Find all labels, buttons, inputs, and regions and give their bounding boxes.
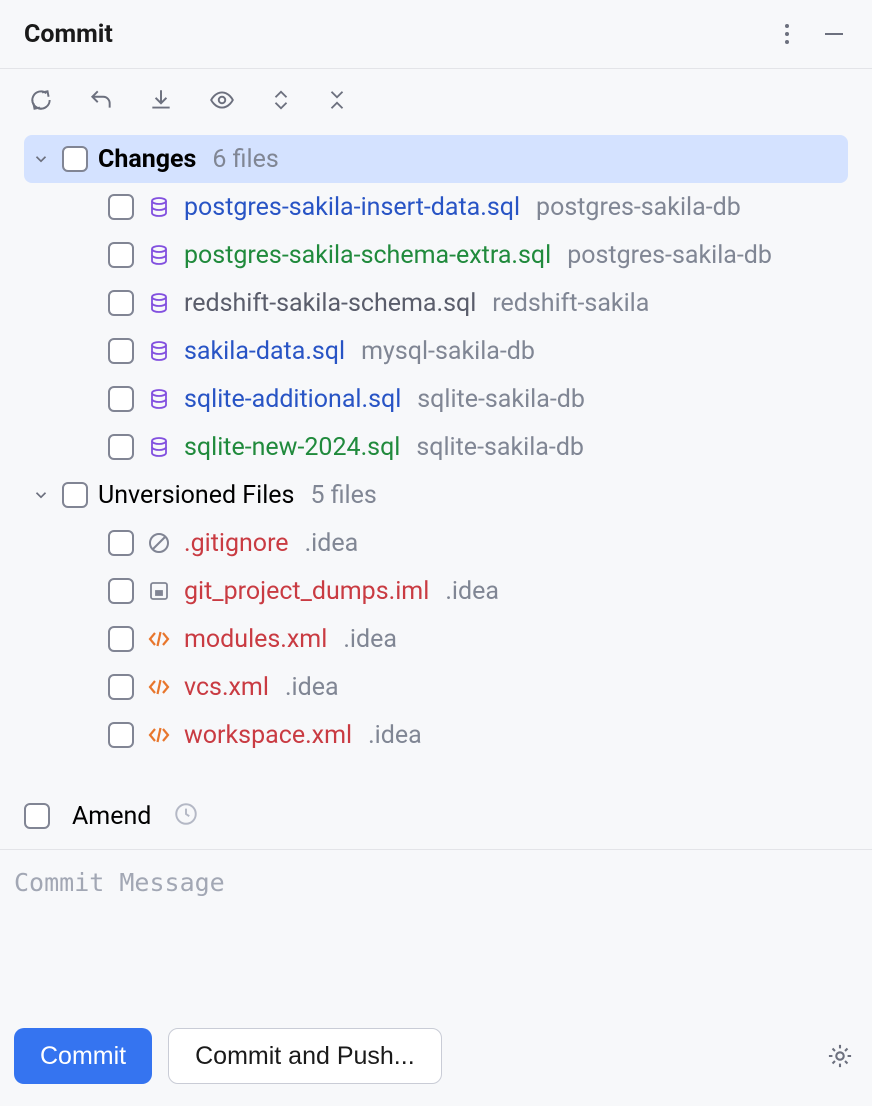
- changes-section-header[interactable]: Changes 6 files: [24, 135, 848, 183]
- file-path: mysql-sakila-db: [361, 337, 535, 366]
- collapse-icon: [326, 87, 348, 113]
- file-path: postgres-sakila-db: [536, 193, 741, 222]
- eye-icon: [208, 87, 236, 113]
- file-path: redshift-sakila: [492, 289, 649, 318]
- file-path: sqlite-sakila-db: [417, 385, 585, 414]
- minimize-icon: [822, 22, 846, 46]
- file-path: .idea: [285, 673, 339, 702]
- file-checkbox[interactable]: [108, 722, 134, 748]
- unversioned-checkbox[interactable]: [62, 482, 88, 508]
- footer: Commit Commit and Push...: [0, 1012, 872, 1106]
- collapse-all-button[interactable]: [322, 83, 352, 117]
- more-actions-button[interactable]: [780, 18, 794, 50]
- file-checkbox[interactable]: [108, 194, 134, 220]
- file-row[interactable]: modules.xml .idea: [24, 615, 848, 663]
- database-icon: [146, 386, 172, 412]
- database-icon: [146, 290, 172, 316]
- file-name: modules.xml: [184, 625, 327, 654]
- file-checkbox[interactable]: [108, 434, 134, 460]
- file-checkbox[interactable]: [108, 674, 134, 700]
- expand-all-button[interactable]: [266, 83, 296, 117]
- file-row[interactable]: workspace.xml .idea: [24, 711, 848, 759]
- changes-label: Changes: [98, 145, 196, 174]
- file-name: sqlite-new-2024.sql: [184, 433, 400, 462]
- gear-icon: [826, 1042, 854, 1070]
- file-path: .idea: [445, 577, 499, 606]
- preview-diff-button[interactable]: [204, 83, 240, 117]
- file-row[interactable]: postgres-sakila-schema-extra.sql postgres…: [24, 231, 848, 279]
- unversioned-section-header[interactable]: Unversioned Files 5 files: [24, 471, 848, 519]
- download-icon: [148, 87, 174, 113]
- file-row[interactable]: git_project_dumps.iml .idea: [24, 567, 848, 615]
- code-icon: [146, 722, 172, 748]
- module-icon: [146, 578, 172, 604]
- expand-icon: [270, 87, 292, 113]
- ignore-icon: [146, 530, 172, 556]
- changes-checkbox[interactable]: [62, 146, 88, 172]
- database-icon: [146, 242, 172, 268]
- undo-icon: [88, 87, 114, 113]
- file-name: postgres-sakila-schema-extra.sql: [184, 241, 551, 270]
- refresh-icon: [28, 87, 54, 113]
- file-row[interactable]: postgres-sakila-insert-data.sql postgres-…: [24, 183, 848, 231]
- commit-and-push-button[interactable]: Commit and Push...: [168, 1028, 442, 1084]
- amend-checkbox[interactable]: [24, 803, 50, 829]
- amend-label: Amend: [72, 802, 151, 831]
- chevron-down-icon[interactable]: [30, 484, 52, 506]
- file-checkbox[interactable]: [108, 386, 134, 412]
- changes-list: postgres-sakila-insert-data.sql postgres-…: [24, 183, 848, 471]
- file-name: git_project_dumps.iml: [184, 577, 429, 606]
- changes-count: 6 files: [212, 145, 278, 174]
- settings-button[interactable]: [822, 1038, 858, 1074]
- database-icon: [146, 338, 172, 364]
- file-path: postgres-sakila-db: [567, 241, 772, 270]
- database-icon: [146, 434, 172, 460]
- file-checkbox[interactable]: [108, 626, 134, 652]
- shelve-button[interactable]: [144, 83, 178, 117]
- file-path: sqlite-sakila-db: [416, 433, 584, 462]
- file-name: .gitignore: [184, 529, 289, 558]
- file-name: postgres-sakila-insert-data.sql: [184, 193, 520, 222]
- unversioned-count: 5 files: [310, 481, 376, 510]
- code-icon: [146, 626, 172, 652]
- unversioned-label: Unversioned Files: [98, 481, 294, 510]
- commit-message-input[interactable]: Commit Message: [0, 849, 872, 1012]
- chevron-down-icon[interactable]: [30, 148, 52, 170]
- file-row[interactable]: .gitignore .idea: [24, 519, 848, 567]
- file-checkbox[interactable]: [108, 290, 134, 316]
- file-row[interactable]: sqlite-new-2024.sql sqlite-sakila-db: [24, 423, 848, 471]
- file-path: .idea: [343, 625, 397, 654]
- file-name: sqlite-additional.sql: [184, 385, 401, 414]
- file-checkbox[interactable]: [108, 578, 134, 604]
- file-path: .idea: [368, 721, 422, 750]
- toolbar: [0, 69, 872, 127]
- file-checkbox[interactable]: [108, 530, 134, 556]
- commit-button[interactable]: Commit: [14, 1028, 152, 1084]
- more-icon: [784, 22, 790, 46]
- file-tree: Changes 6 files postgres-sakila-insert-d…: [0, 127, 872, 759]
- refresh-button[interactable]: [24, 83, 58, 117]
- file-name: redshift-sakila-schema.sql: [184, 289, 476, 318]
- file-path: .idea: [305, 529, 359, 558]
- minimize-button[interactable]: [818, 18, 850, 50]
- history-button[interactable]: [173, 801, 199, 831]
- file-row[interactable]: sqlite-additional.sql sqlite-sakila-db: [24, 375, 848, 423]
- file-row[interactable]: sakila-data.sql mysql-sakila-db: [24, 327, 848, 375]
- panel-header: Commit: [0, 0, 872, 69]
- file-row[interactable]: vcs.xml .idea: [24, 663, 848, 711]
- clock-icon: [173, 801, 199, 827]
- file-checkbox[interactable]: [108, 242, 134, 268]
- database-icon: [146, 194, 172, 220]
- code-icon: [146, 674, 172, 700]
- file-row[interactable]: redshift-sakila-schema.sql redshift-sakil…: [24, 279, 848, 327]
- file-checkbox[interactable]: [108, 338, 134, 364]
- unversioned-list: .gitignore .idea git_project_dumps.iml .ide…: [24, 519, 848, 759]
- file-name: sakila-data.sql: [184, 337, 345, 366]
- amend-row: Amend: [0, 759, 872, 849]
- rollback-button[interactable]: [84, 83, 118, 117]
- header-actions: [780, 18, 850, 50]
- panel-title: Commit: [24, 20, 113, 49]
- file-name: workspace.xml: [184, 721, 352, 750]
- file-name: vcs.xml: [184, 673, 269, 702]
